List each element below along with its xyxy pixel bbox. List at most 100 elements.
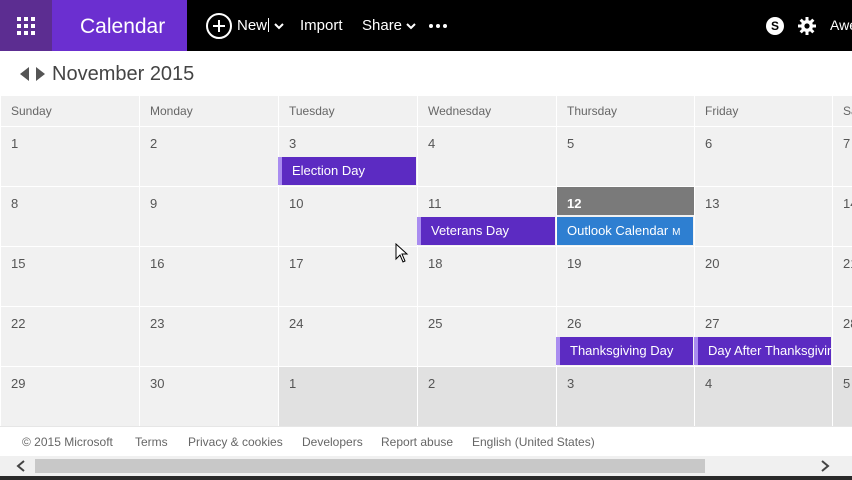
day-number: 16: [150, 256, 165, 271]
day-cell[interactable]: 16: [139, 246, 278, 306]
month-grid: Sunday Monday Tuesday Wednesday Thursday Frid…: [0, 96, 852, 426]
share-label: Share: [362, 17, 403, 34]
day-cell[interactable]: 9: [139, 186, 278, 246]
event-title: Thanksgiving Day: [570, 343, 674, 358]
event-title: Outlook Calendar: [567, 223, 669, 238]
day-cell[interactable]: 13: [694, 186, 832, 246]
day-cell[interactable]: 2: [139, 126, 278, 186]
day-cell[interactable]: 8: [0, 186, 139, 246]
day-number: 5: [567, 136, 575, 151]
event-subtitle: M: [672, 227, 681, 238]
chevron-down-icon: [406, 22, 416, 29]
day-number: 25: [428, 316, 443, 331]
day-cell[interactable]: 28: [832, 306, 852, 366]
day-header-thursday: Thursday: [556, 96, 694, 126]
day-cell[interactable]: 6: [694, 126, 832, 186]
event-outlook-calendar[interactable]: Outlook Calendar M: [557, 217, 693, 245]
day-header-saturday: Saturday: [832, 96, 852, 126]
day-cell[interactable]: 14: [832, 186, 852, 246]
new-dropdown-button[interactable]: [274, 19, 284, 37]
event-election-day[interactable]: Election Day: [278, 157, 416, 185]
day-cell[interactable]: 15: [0, 246, 139, 306]
day-cell[interactable]: 29: [0, 366, 139, 426]
developers-link[interactable]: Developers: [302, 435, 363, 449]
day-cell[interactable]: 5: [832, 366, 852, 426]
day-cell[interactable]: 18: [417, 246, 556, 306]
horizontal-scrollbar[interactable]: [0, 456, 852, 476]
day-number: 29: [11, 376, 26, 391]
day-number: 13: [705, 196, 720, 211]
day-number: 5: [843, 376, 851, 391]
day-cell[interactable]: 30: [139, 366, 278, 426]
report-abuse-link[interactable]: Report abuse: [381, 435, 453, 449]
language-link[interactable]: English (United States): [472, 435, 595, 449]
day-number: 2: [428, 376, 436, 391]
window-bottom-edge: [0, 476, 852, 480]
day-cell[interactable]: 23: [139, 306, 278, 366]
day-number: 1: [289, 376, 297, 391]
import-label: Import: [300, 17, 343, 34]
gear-icon[interactable]: [797, 16, 817, 36]
app-title: Calendar: [80, 15, 166, 38]
day-number: 28: [843, 316, 852, 331]
day-number: 15: [11, 256, 26, 271]
scroll-left-icon[interactable]: [16, 460, 26, 472]
event-day-after-thanksgiving[interactable]: Day After Thanksgiving: [694, 337, 831, 365]
day-number: 1: [11, 136, 19, 151]
day-cell[interactable]: 22: [0, 306, 139, 366]
next-month-button[interactable]: [36, 67, 45, 81]
day-cell[interactable]: 4: [417, 126, 556, 186]
import-button[interactable]: Import: [300, 0, 343, 51]
more-icon: [429, 23, 447, 28]
day-cell[interactable]: 1: [278, 366, 417, 426]
event-veterans-day[interactable]: Veterans Day: [417, 217, 555, 245]
day-cell[interactable]: 4: [694, 366, 832, 426]
previous-month-button[interactable]: [20, 67, 29, 81]
day-header-sunday: Sunday: [0, 96, 139, 126]
footer: © 2015 Microsoft Terms Privacy & cookies…: [0, 426, 852, 456]
day-number: 11: [428, 196, 442, 211]
user-name[interactable]: Awe: [830, 17, 852, 33]
terms-link[interactable]: Terms: [135, 435, 168, 449]
day-cell[interactable]: 1: [0, 126, 139, 186]
scroll-right-icon[interactable]: [820, 460, 830, 472]
event-thanksgiving-day[interactable]: Thanksgiving Day: [556, 337, 693, 365]
day-cell[interactable]: 25: [417, 306, 556, 366]
day-cell[interactable]: 19: [556, 246, 694, 306]
scrollbar-thumb[interactable]: [35, 459, 705, 473]
day-number: 4: [428, 136, 436, 151]
day-number: 14: [843, 196, 852, 211]
more-button[interactable]: [429, 0, 447, 51]
day-cell[interactable]: 3: [556, 366, 694, 426]
day-header-friday: Friday: [694, 96, 832, 126]
event-title: Veterans Day: [431, 223, 510, 238]
app-title-tile[interactable]: Calendar: [52, 0, 187, 51]
new-label: New: [237, 17, 268, 34]
day-number: 17: [289, 256, 304, 271]
day-cell[interactable]: 5: [556, 126, 694, 186]
day-cell[interactable]: 21: [832, 246, 852, 306]
mouse-cursor-icon: [395, 243, 409, 263]
privacy-link[interactable]: Privacy & cookies: [188, 435, 283, 449]
day-cell[interactable]: 7: [832, 126, 852, 186]
day-number: 10: [289, 196, 304, 211]
share-button[interactable]: Share: [362, 0, 416, 51]
day-cell[interactable]: 20: [694, 246, 832, 306]
day-cell[interactable]: 10: [278, 186, 417, 246]
day-cell[interactable]: 24: [278, 306, 417, 366]
skype-icon[interactable]: S: [766, 17, 784, 35]
day-number: 23: [150, 316, 165, 331]
day-number: 24: [289, 316, 304, 331]
day-number: 12: [567, 196, 582, 211]
day-number: 4: [705, 376, 713, 391]
app-launcher-button[interactable]: [0, 0, 52, 51]
top-bar: Calendar New Import Share S Aw: [0, 0, 852, 51]
day-number: 9: [150, 196, 158, 211]
copyright: © 2015 Microsoft: [22, 435, 113, 449]
day-number: 2: [150, 136, 158, 151]
day-headers: Sunday Monday Tuesday Wednesday Thursday Frid…: [0, 96, 852, 126]
chevron-down-icon: [274, 23, 284, 30]
day-header-tuesday: Tuesday: [278, 96, 417, 126]
new-button[interactable]: New: [206, 0, 267, 51]
day-cell[interactable]: 2: [417, 366, 556, 426]
